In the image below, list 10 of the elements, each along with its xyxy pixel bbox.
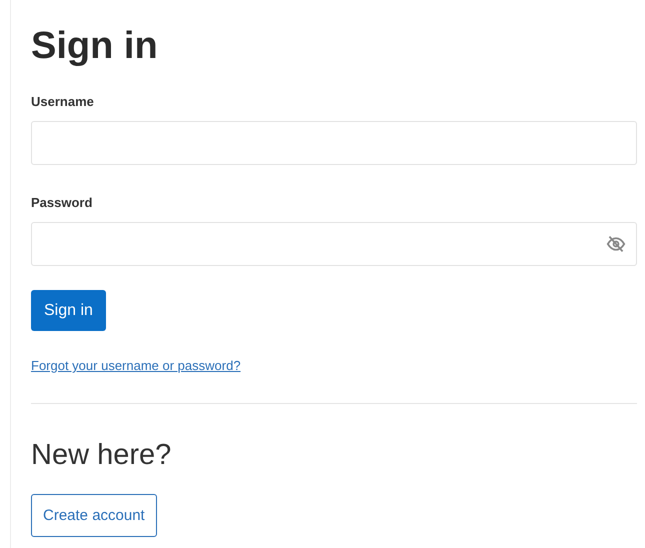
field-label: Username bbox=[31, 94, 95, 110]
section-heading: New here? bbox=[31, 438, 172, 473]
password-field[interactable] bbox=[31, 222, 637, 266]
sign-in-button[interactable]: Sign in bbox=[31, 290, 106, 331]
page-title: Sign in bbox=[31, 24, 159, 69]
field-label: Password bbox=[31, 195, 94, 211]
eye-slash-icon[interactable] bbox=[606, 235, 626, 253]
forgot-credentials-link[interactable]: Forgot your username or password? bbox=[31, 358, 241, 373]
username-field[interactable] bbox=[31, 121, 637, 165]
create-account-button[interactable]: Create account bbox=[31, 494, 157, 537]
